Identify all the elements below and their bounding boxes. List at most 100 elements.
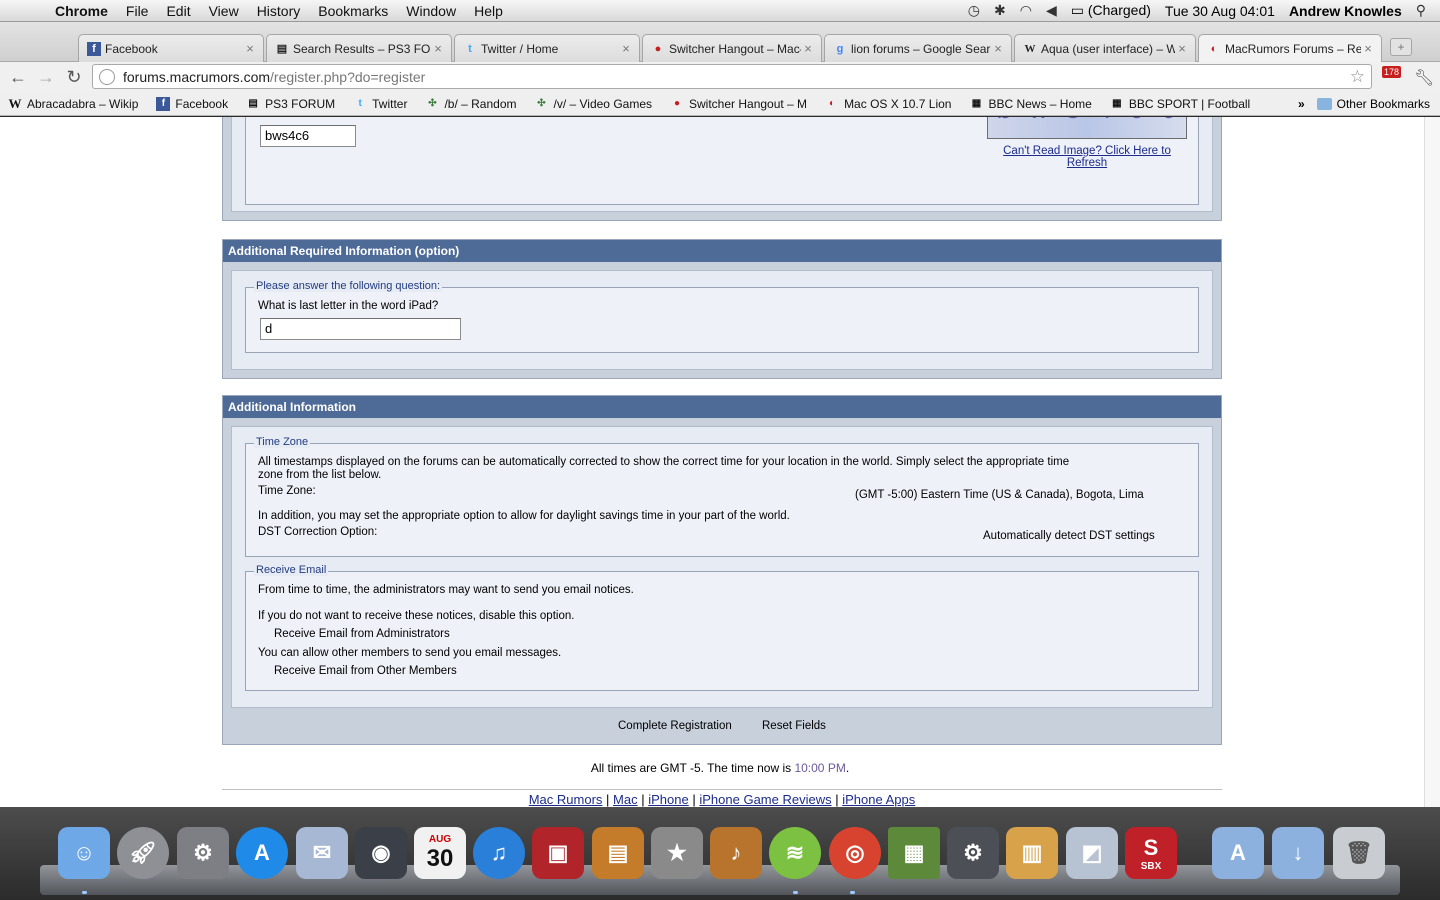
bookmark-b-random[interactable]: ✣/b/ – Random (425, 97, 516, 111)
extension-badge[interactable]: 178 (1382, 66, 1402, 78)
bluetooth-icon[interactable]: ✱ (994, 2, 1006, 19)
new-tab-button[interactable]: + (1390, 38, 1412, 56)
footer-link-mac[interactable]: Mac (613, 792, 638, 807)
receive-email-legend: Receive Email (254, 564, 329, 576)
current-time: 10:00 PM (794, 761, 846, 775)
bookmark-mac-os-x-lion[interactable]: ◐ Mac OS X 10.7 Lion (825, 97, 951, 111)
minecraft-icon[interactable]: ▦ (888, 827, 940, 879)
time-zone-select[interactable]: (GMT -5:00) Eastern Time (US & Canada), … (855, 489, 1144, 501)
additional-info-inner: Time Zone All timestamps displayed on th… (231, 426, 1213, 708)
close-icon[interactable]: × (1175, 41, 1189, 56)
system-preferences-icon[interactable]: ⚙ (177, 827, 229, 879)
close-icon[interactable]: × (619, 41, 633, 56)
footer-link-iphone-game-reviews[interactable]: iPhone Game Reviews (699, 792, 831, 807)
forward-arrow-icon[interactable]: → (32, 67, 60, 88)
preview-icon[interactable]: ◩ (1066, 827, 1118, 879)
wrench-icon[interactable]: 🔧︎ (1414, 68, 1434, 88)
answer-input[interactable]: d (260, 318, 461, 340)
twitter-icon: t (358, 98, 362, 109)
spotify-icon[interactable]: ≋ (769, 827, 821, 879)
downloads-folder-icon[interactable]: ↓ (1272, 827, 1324, 879)
chrome-icon[interactable]: ◎ (829, 827, 881, 879)
tab-facebook[interactable]: f Facebook × (78, 34, 264, 62)
bookmark-star-icon[interactable]: ☆ (1350, 67, 1365, 87)
email-description-2: If you do not want to receive these noti… (258, 610, 575, 622)
bookmark-twitter[interactable]: t Twitter (353, 97, 407, 111)
menu-bookmarks[interactable]: Bookmarks (309, 3, 397, 19)
menu-app-chrome[interactable]: Chrome (46, 3, 117, 19)
time-zone-legend: Time Zone (254, 436, 311, 448)
tab-search-results[interactable]: ▤ Search Results – PS3 FORU × (266, 34, 452, 62)
receive-member-email-checkbox[interactable]: Receive Email from Other Members (274, 665, 457, 677)
photo-booth-icon[interactable]: ▣ (532, 827, 584, 879)
bookmark-switcher-hangout[interactable]: ● Switcher Hangout – M (670, 97, 807, 111)
macrumors-icon: ◐ (829, 98, 836, 109)
times-notice: All times are GMT -5. The time now is 10… (590, 761, 850, 775)
menu-user-name[interactable]: Andrew Knowles (1289, 3, 1402, 19)
captcha-refresh-link[interactable]: Can't Read Image? Click Here to Refresh (987, 145, 1187, 169)
menu-help[interactable]: Help (465, 3, 512, 19)
additional-required-info-panel: Additional Required Information (option)… (222, 239, 1222, 379)
members-email-description: You can allow other members to send you … (258, 647, 562, 659)
app-store-icon[interactable]: A (236, 827, 288, 879)
menu-edit[interactable]: Edit (157, 3, 199, 19)
footer-link-mac-rumors[interactable]: Mac Rumors (529, 792, 603, 807)
tab-twitter[interactable]: t Twitter / Home × (454, 34, 640, 62)
bookmark-bbc-sport[interactable]: ▦ BBC SPORT | Football (1110, 97, 1250, 111)
archive-utility-icon[interactable]: ▥ (1006, 827, 1058, 879)
required-info-inner: Please answer the following question: Wh… (231, 270, 1213, 370)
time-zone-description-2: zone from the list below. (258, 469, 382, 481)
tab-macrumors-register[interactable]: ◐ MacRumors Forums – Reg × (1198, 34, 1382, 62)
spotlight-search-icon[interactable]: ⚲ (1416, 2, 1426, 19)
launchpad-icon[interactable]: 🚀︎ (117, 827, 169, 879)
garageband-icon[interactable]: ♪ (710, 827, 762, 879)
other-bookmarks[interactable]: Other Bookmarks (1316, 97, 1430, 111)
bookmark-v-video-games[interactable]: ✣/v/ – Video Games (535, 97, 652, 111)
sketchbook-icon[interactable]: S SBX (1125, 827, 1177, 879)
menu-history[interactable]: History (248, 3, 310, 19)
dst-label: DST Correction Option: (258, 526, 378, 538)
footer-link-iphone[interactable]: iPhone (648, 792, 688, 807)
back-arrow-icon[interactable]: ← (4, 67, 32, 88)
captcha-input[interactable]: bws4c6 (260, 125, 356, 147)
time-machine-icon[interactable]: ◷ (968, 2, 980, 19)
steam-icon[interactable]: ⚙ (947, 827, 999, 879)
bookmark-ps3-forum[interactable]: ▤ PS3 FORUM (246, 97, 335, 111)
tab-google-search[interactable]: g lion forums – Google Sear × (824, 34, 1012, 62)
receive-admin-email-checkbox[interactable]: Receive Email from Administrators (274, 628, 450, 640)
mail-icon[interactable]: ✉ (296, 827, 348, 879)
iphoto-icon[interactable]: ▤ (592, 827, 644, 879)
itunes-icon[interactable]: ♫ (473, 827, 525, 879)
menu-file[interactable]: File (117, 3, 158, 19)
facebook-icon: f (156, 96, 171, 111)
reset-fields-button[interactable]: Reset Fields (762, 720, 826, 732)
menu-window[interactable]: Window (397, 3, 465, 19)
trash-icon[interactable]: 🗑︎ (1333, 827, 1385, 879)
close-icon[interactable]: × (991, 41, 1005, 56)
bookmark-facebook[interactable]: f Facebook (156, 96, 228, 111)
reload-icon[interactable]: ↻ (60, 67, 88, 88)
dst-select[interactable]: Automatically detect DST settings (983, 530, 1155, 542)
facetime-icon[interactable]: ◉ (355, 827, 407, 879)
bookmark-abracadabra[interactable]: W Abracadabra – Wikip (8, 96, 139, 111)
bookmarks-overflow-chevron-icon[interactable]: » (1298, 97, 1305, 111)
wifi-icon[interactable]: ◠ (1020, 2, 1032, 19)
bookmark-bbc-news[interactable]: ▦ BBC News – Home (969, 97, 1092, 111)
battery-status[interactable]: ▭ (Charged) (1071, 2, 1151, 19)
finder-icon[interactable]: ☺ (58, 827, 110, 879)
close-icon[interactable]: × (431, 41, 445, 56)
address-bar[interactable]: forums.macrumors.com/register.php?do=reg… (92, 64, 1372, 89)
volume-icon[interactable]: ◀ (1046, 2, 1057, 19)
menu-view[interactable]: View (200, 3, 248, 19)
footer-link-iphone-apps[interactable]: iPhone Apps (842, 792, 915, 807)
tab-switcher-hangout[interactable]: ● Switcher Hangout – Mac–F × (642, 34, 822, 62)
applications-folder-icon[interactable]: A (1212, 827, 1264, 879)
imovie-icon[interactable]: ★ (651, 827, 703, 879)
tab-wikipedia-aqua[interactable]: W Aqua (user interface) – Wi × (1014, 34, 1196, 62)
close-icon[interactable]: × (801, 41, 815, 56)
close-icon[interactable]: × (1361, 41, 1375, 56)
menu-clock[interactable]: Tue 30 Aug 04:01 (1165, 3, 1275, 19)
calendar-icon[interactable]: AUG 30 (414, 827, 466, 879)
close-icon[interactable]: × (243, 41, 257, 56)
complete-registration-button[interactable]: Complete Registration (618, 720, 732, 732)
